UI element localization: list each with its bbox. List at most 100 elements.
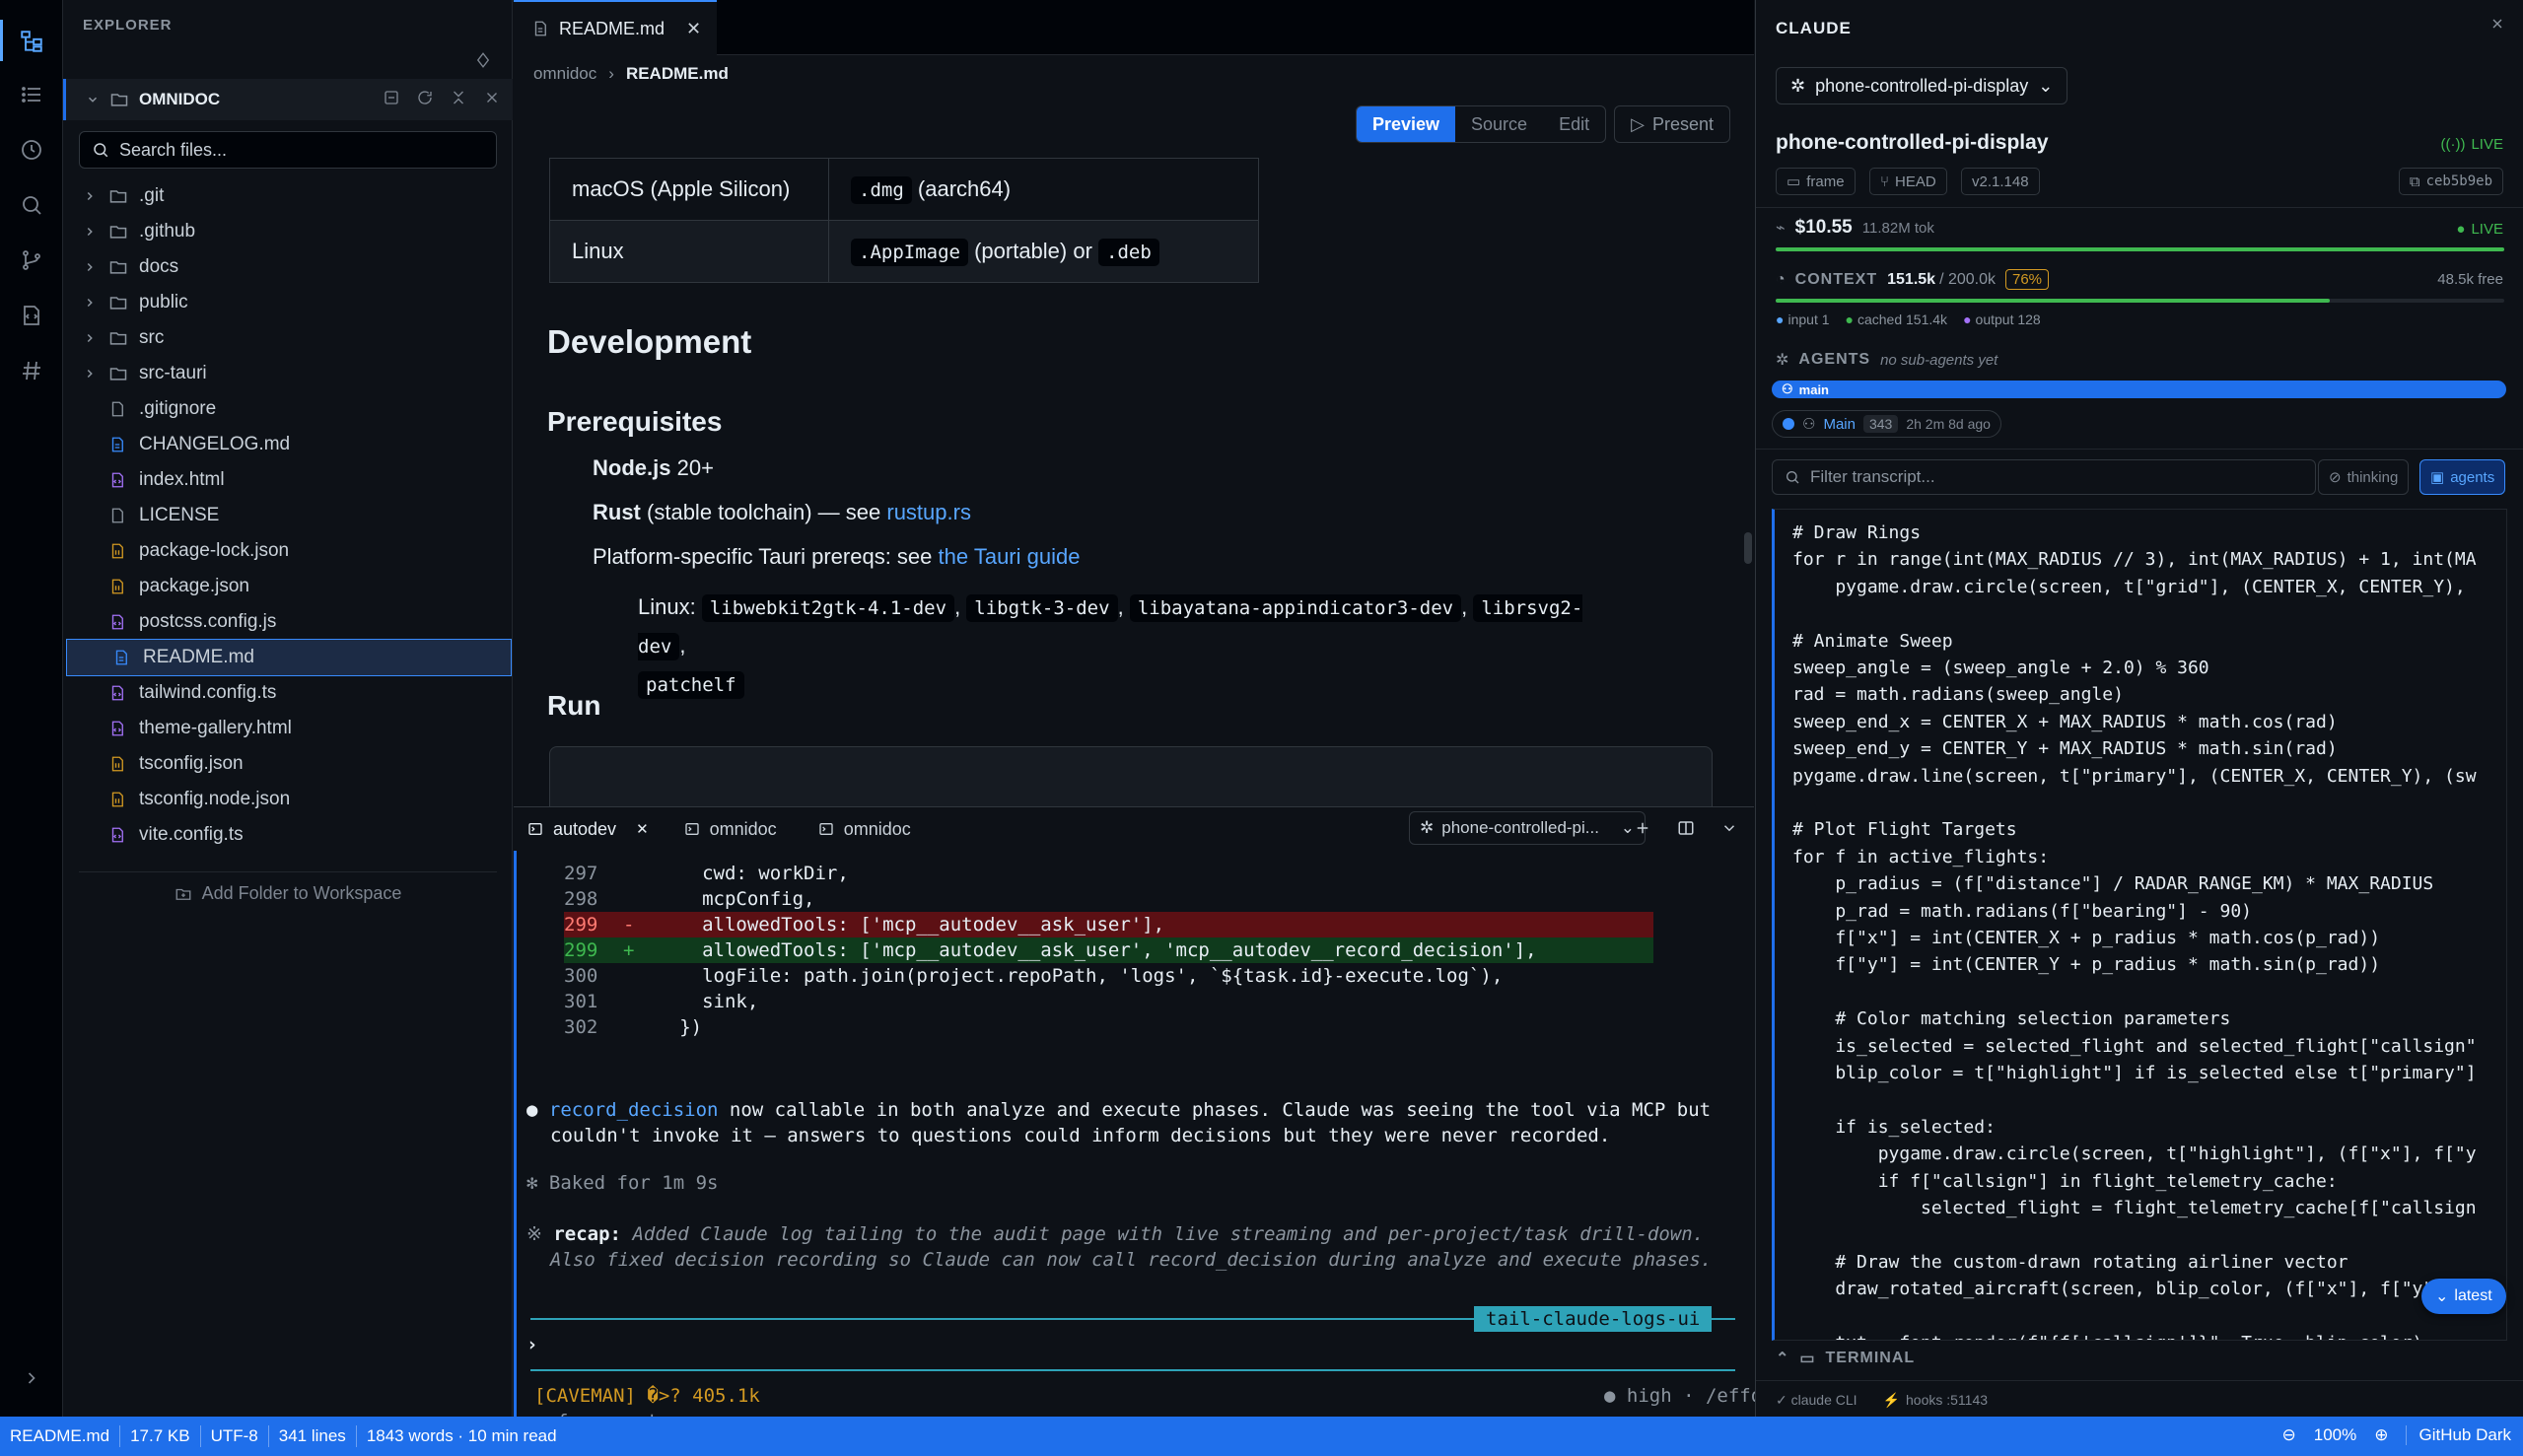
agent-name: Main (1823, 415, 1856, 433)
terminal-tab-autodev[interactable]: autodev ✕ (527, 819, 649, 840)
main-agent-bar[interactable]: ⚇ main (1772, 381, 2506, 398)
collapse-all-icon[interactable] (450, 89, 467, 106)
tree-item-label: tailwind.config.ts (139, 682, 277, 703)
cli-status: ✓ claude CLI (1776, 1392, 1857, 1408)
file-row[interactable]: .gitignore (63, 391, 513, 427)
line-number: 299 (564, 939, 598, 961)
add-folder-button[interactable]: Add Folder to Workspace (79, 871, 497, 915)
breadcrumb-root[interactable]: omnidoc (533, 64, 596, 84)
filter-transcript-input[interactable]: Filter transcript... (1772, 459, 2316, 495)
terminal-icon (684, 823, 699, 835)
file-row[interactable]: tailwind.config.ts (63, 675, 513, 711)
extensions-icon[interactable] (14, 298, 49, 333)
agents-toggle[interactable]: ▣ agents (2419, 459, 2506, 495)
session-select[interactable]: ✲ phone-controlled-pi... ⌄ (1409, 811, 1646, 845)
preview-mode-button[interactable]: Preview (1356, 106, 1456, 142)
terminal-output[interactable]: 297 cwd: workDir, 298 mcpConfig, 299- allo… (514, 851, 1785, 1432)
session-select[interactable]: ✲ phone-controlled-pi-display ⌄ (1776, 67, 2068, 104)
agent-chip-main[interactable]: ⚇ Main 343 2h 2m 8d ago (1772, 410, 2001, 438)
diff-sign (623, 1016, 634, 1038)
chevron-right-icon[interactable] (14, 1360, 49, 1396)
file-row[interactable]: README.md (66, 639, 512, 676)
folder-row[interactable]: docs (63, 249, 513, 285)
breadcrumb-current[interactable]: README.md (626, 64, 729, 84)
diff-sign (623, 888, 634, 910)
rustup-link[interactable]: rustup.rs (886, 500, 971, 524)
head-pill[interactable]: ⑂ HEAD (1869, 168, 1947, 195)
zoom-in-icon[interactable]: ⊕ (2374, 1425, 2388, 1445)
tree-item-label: .github (139, 221, 196, 242)
transcript-code-view[interactable]: # Draw Rings for r in range(int(MAX_RADIU… (1772, 509, 2507, 1341)
file-row[interactable]: CHANGELOG.md (63, 427, 513, 462)
copy-icon: ⧉ (2409, 173, 2420, 190)
terminal-tab-omnidoc-2[interactable]: omnidoc (818, 819, 911, 840)
terminal-section-header[interactable]: ⌃ ▭ TERMINAL (1776, 1349, 1915, 1368)
close-icon[interactable] (2489, 16, 2505, 32)
terminal-icon (528, 823, 542, 835)
tauri-guide-link[interactable]: the Tauri guide (939, 544, 1081, 569)
tree-item-label: tsconfig.json (139, 753, 244, 774)
split-icon[interactable] (1677, 819, 1695, 837)
folder-row[interactable]: .github (63, 214, 513, 249)
diff-line: 300 logFile: path.join(project.repoPath,… (564, 963, 1653, 989)
file-row[interactable]: package.json (63, 569, 513, 604)
file-row[interactable]: package-lock.json (63, 533, 513, 569)
tab-readme[interactable]: README.md ✕ (514, 0, 717, 55)
json-file-icon (108, 789, 130, 810)
file-row[interactable]: index.html (63, 462, 513, 498)
folder-row[interactable]: public (63, 285, 513, 320)
close-tab-icon[interactable]: ✕ (686, 19, 701, 39)
outline-icon[interactable] (14, 77, 49, 112)
terminal-actions (1634, 819, 1738, 837)
file-row[interactable]: tsconfig.node.json (63, 782, 513, 817)
folder-row[interactable]: .git (63, 178, 513, 214)
explorer-icon[interactable] (14, 24, 49, 59)
commit-pill[interactable]: ⧉ ceb5b9eb (2398, 168, 2503, 195)
thinking-toggle[interactable]: ⊘ thinking (2318, 459, 2410, 495)
search-icon[interactable] (14, 187, 49, 223)
status-zoom: 100% (2313, 1425, 2357, 1444)
code-line: pygame.draw.circle(screen, t["grid"], (C… (1792, 576, 2466, 597)
code-line: p_rad = math.radians(f["bearing"] - 90) (1792, 900, 2252, 922)
source-mode-button[interactable]: Source (1455, 106, 1543, 142)
close-tab-icon[interactable]: ✕ (636, 820, 649, 838)
hashtag-icon[interactable] (14, 353, 49, 388)
agent-count: 343 (1862, 415, 1899, 433)
json-file-icon (108, 540, 130, 562)
workspace-header[interactable]: OMNIDOC (63, 79, 513, 120)
status-encoding[interactable]: UTF-8 (201, 1425, 269, 1447)
file-row[interactable]: tsconfig.json (63, 746, 513, 782)
history-icon[interactable] (14, 132, 49, 168)
file-row[interactable]: vite.config.ts (63, 817, 513, 853)
explorer-title: EXPLORER (83, 17, 173, 34)
prompt-input[interactable]: › (526, 1332, 537, 1357)
diff-code: allowedTools: ['mcp__autodev__ask_user']… (634, 914, 1165, 936)
close-icon[interactable] (483, 89, 501, 106)
zoom-out-icon[interactable]: ⊖ (2281, 1425, 2295, 1445)
plus-icon[interactable] (1634, 819, 1651, 837)
jump-to-latest-button[interactable]: ⌄ latest (2421, 1279, 2506, 1314)
diff-code: cwd: workDir, (634, 863, 849, 884)
agents-none: no sub-agents yet (1880, 351, 1998, 369)
terminal-tab-omnidoc[interactable]: omnidoc (684, 819, 777, 840)
folder-row[interactable]: src-tauri (63, 356, 513, 391)
source-control-icon[interactable] (14, 243, 49, 278)
editor-scrollbar[interactable] (1744, 532, 1752, 564)
code-line: blip_color = t["highlight"] if is_select… (1792, 1063, 2477, 1083)
search-files-input[interactable]: Search files... (79, 131, 497, 169)
file-row[interactable]: LICENSE (63, 498, 513, 533)
folder-row[interactable]: src (63, 320, 513, 356)
edit-mode-button[interactable]: Edit (1543, 106, 1605, 142)
file-row[interactable]: theme-gallery.html (63, 711, 513, 746)
branch-pill[interactable]: ▭ frame (1776, 168, 1856, 195)
present-button[interactable]: ▷ Present (1614, 105, 1730, 143)
refresh-icon[interactable] (416, 89, 434, 106)
new-file-icon[interactable] (383, 89, 400, 106)
chevron-down-icon[interactable] (1720, 819, 1738, 837)
code-line: if is_selected: (1792, 1116, 1996, 1138)
status-theme[interactable]: GitHub Dark (2406, 1425, 2511, 1445)
file-row[interactable]: postcss.config.js (63, 604, 513, 640)
cost-progress-fill (1776, 247, 2504, 251)
pin-icon[interactable] (474, 51, 492, 69)
active-indicator (0, 20, 3, 61)
